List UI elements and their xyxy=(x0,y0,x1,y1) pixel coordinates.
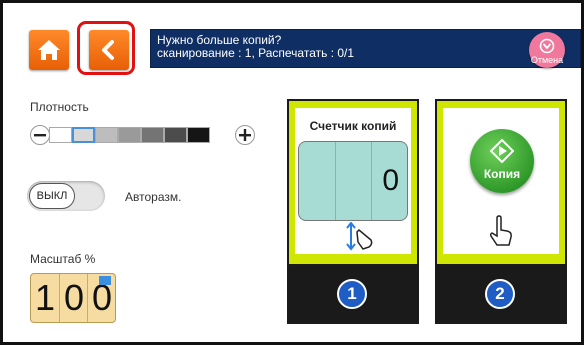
plus-icon xyxy=(239,129,251,141)
minus-icon xyxy=(34,134,46,137)
step-2-number: 2 xyxy=(485,279,515,309)
density-label: Плотность xyxy=(30,100,89,114)
step-2-footer: 2 xyxy=(437,264,565,322)
keypad-icon xyxy=(99,276,111,285)
step-1-panel: Счетчик копий 0 xyxy=(295,108,411,254)
auto-size-toggle[interactable]: ВЫКЛ xyxy=(27,181,105,211)
step-1-footer: 1 xyxy=(289,264,417,322)
copy-screen: Нужно больше копий? сканирование : 1, Ра… xyxy=(0,0,584,345)
density-level-1[interactable] xyxy=(49,127,72,143)
density-level-4[interactable] xyxy=(118,127,141,143)
density-level-6[interactable] xyxy=(164,127,187,143)
copy-counter[interactable]: 0 xyxy=(298,141,408,221)
step-1-card: Счетчик копий 0 1 xyxy=(287,99,419,324)
start-icon xyxy=(490,139,514,163)
scale-input[interactable]: 1 0 0 xyxy=(30,273,116,323)
copy-counter-value: 0 xyxy=(382,164,399,197)
copy-counter-title: Счетчик копий xyxy=(309,119,397,133)
tap-hand-icon xyxy=(489,215,512,246)
copy-button[interactable]: Копия xyxy=(470,129,534,193)
density-increase-button[interactable] xyxy=(235,125,255,145)
home-button[interactable] xyxy=(29,30,69,70)
density-decrease-button[interactable] xyxy=(30,125,50,145)
scale-digit-2: 0 xyxy=(59,274,88,322)
copy-button-label: Копия xyxy=(483,167,521,181)
step-1-number: 1 xyxy=(337,279,367,309)
back-button-highlight xyxy=(77,21,135,75)
cancel-button[interactable]: Отмена xyxy=(529,32,565,68)
scale-digit-1: 1 xyxy=(34,277,56,318)
counter-divider xyxy=(335,142,336,220)
home-icon xyxy=(38,40,60,60)
density-level-2[interactable] xyxy=(72,127,95,143)
banner-line-2: сканирование : 1, Распечатать : 0/1 xyxy=(157,46,355,60)
step-2-panel: Копия xyxy=(443,108,559,254)
cancel-label: Отмена xyxy=(530,55,564,65)
density-scale[interactable] xyxy=(49,127,210,143)
swipe-hand-icon xyxy=(346,222,373,251)
density-level-7[interactable] xyxy=(187,127,210,143)
auto-size-label: Авторазм. xyxy=(125,190,182,204)
message-banner: Нужно больше копий? сканирование : 1, Ра… xyxy=(150,29,581,68)
density-level-5[interactable] xyxy=(141,127,164,143)
density-level-3[interactable] xyxy=(95,127,118,143)
step-2-card: Копия 2 xyxy=(435,99,567,324)
toggle-knob: ВЫКЛ xyxy=(29,183,75,209)
scale-label: Масштаб % xyxy=(30,252,96,266)
counter-divider xyxy=(371,142,372,220)
